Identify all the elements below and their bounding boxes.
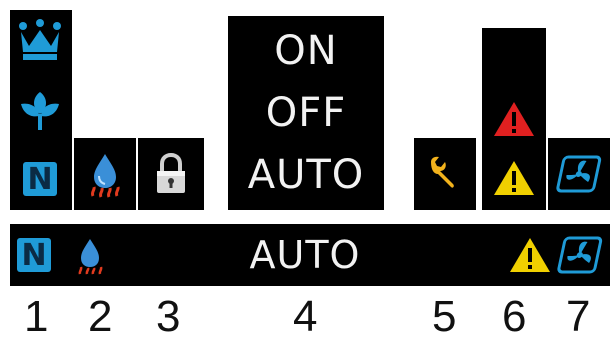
warning-yellow-icon bbox=[506, 228, 554, 282]
warning-red-icon bbox=[488, 94, 540, 144]
fan-icon bbox=[552, 146, 606, 202]
n-mode-icon: N bbox=[14, 154, 66, 204]
mode-auto-label: AUTO bbox=[247, 152, 365, 198]
column-number-6: 6 bbox=[502, 292, 527, 341]
column-number-3: 3 bbox=[156, 292, 181, 341]
leaf-icon bbox=[14, 86, 66, 136]
column-number-7: 7 bbox=[566, 292, 591, 341]
wrench-icon bbox=[420, 146, 470, 202]
mode-off-label: OFF bbox=[265, 90, 347, 136]
column-number-2: 2 bbox=[88, 292, 113, 341]
mode-on-label: ON bbox=[274, 28, 338, 74]
water-heat-icon bbox=[80, 146, 130, 202]
column-number-5: 5 bbox=[432, 292, 457, 341]
lock-icon bbox=[146, 146, 196, 202]
column-number-4: 4 bbox=[293, 292, 318, 341]
n-mode-letter: N bbox=[23, 162, 57, 197]
column-number-1: 1 bbox=[24, 292, 49, 341]
warning-yellow-icon bbox=[488, 152, 540, 204]
fan-icon bbox=[554, 228, 606, 282]
crown-icon bbox=[14, 16, 66, 64]
mode-panel: ON OFF AUTO bbox=[228, 16, 384, 210]
